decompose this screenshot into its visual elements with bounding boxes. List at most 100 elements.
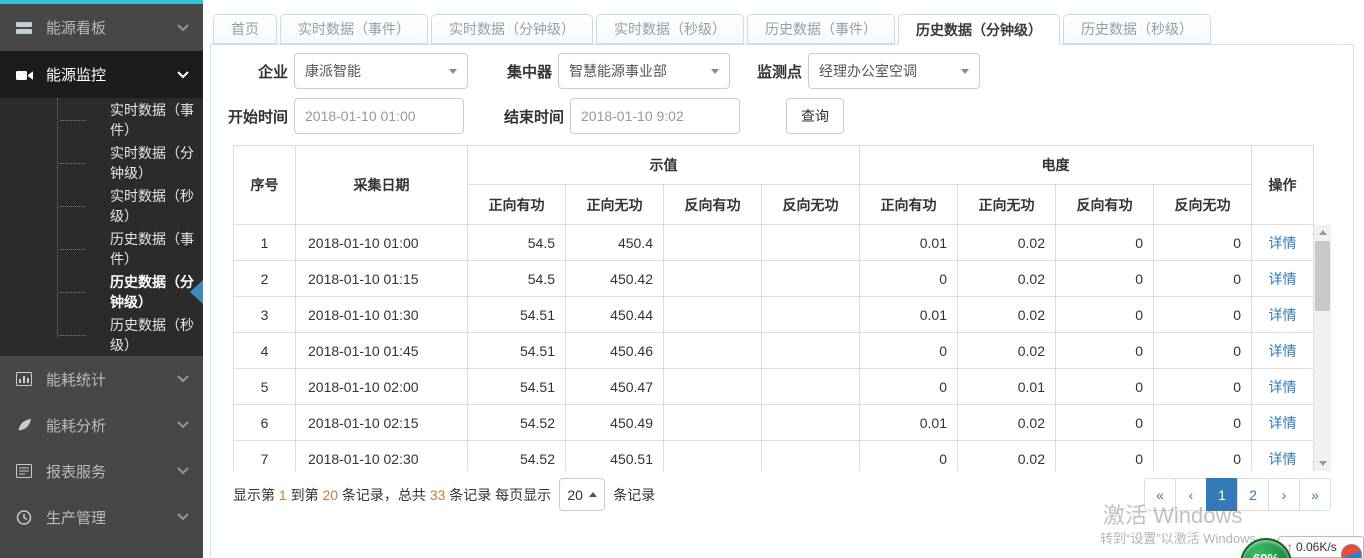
table-cell [762,333,860,369]
detail-link[interactable]: 详情 [1269,451,1297,467]
table-cell: 0.02 [958,225,1056,261]
table-cell [762,441,860,472]
concentrator-label: 集中器 [488,61,552,82]
table-cell: 2018-01-10 01:00 [296,225,468,261]
sidebar-item-energy-monitoring[interactable]: 能源监控 [0,51,203,98]
table-row: 32018-01-10 01:3054.51450.440.010.0200详情 [234,297,1314,333]
sidebar-item-history-minute[interactable]: 历史数据（分钟级） [0,270,203,313]
col-header-fwd-reactive: 正向无功 [958,185,1056,225]
sidebar-item-label: 能耗分析 [46,415,106,436]
sidebar-item-energy-analysis[interactable]: 能耗分析 [0,402,203,448]
leaf-icon [16,417,36,433]
sidebar-item-report-service[interactable]: 报表服务 [0,448,203,494]
table-cell [664,333,762,369]
table-cell: 54.51 [468,297,566,333]
table-cell: 0 [1154,441,1252,472]
scrollbar-thumb[interactable] [1315,241,1330,311]
concentrator-select[interactable]: 智慧能源事业部 [558,53,730,89]
table-cell [664,297,762,333]
sidebar-item-label: 报表服务 [46,461,106,482]
table-cell [664,405,762,441]
next-page-button[interactable]: › [1268,478,1300,511]
table-cell [762,405,860,441]
start-time-input[interactable] [294,98,464,134]
caret-up-icon [589,492,597,497]
col-header-rev-reactive: 反向无功 [762,185,860,225]
detail-link[interactable]: 详情 [1269,343,1297,359]
col-header-action: 操作 [1252,146,1314,225]
scroll-down-arrow-icon[interactable] [1314,456,1331,471]
sidebar-item-realtime-second[interactable]: 实时数据（秒级） [0,184,203,227]
sidebar-item-energy-dashboard[interactable]: 能源看板 [0,4,203,51]
table-cell: 0.02 [958,297,1056,333]
tab-history-minute[interactable]: 历史数据（分钟级） [898,14,1060,45]
sidebar-item-realtime-event[interactable]: 实时数据（事件） [0,98,203,141]
chevron-down-icon [177,513,189,521]
tab-history-second[interactable]: 历史数据（秒级） [1063,14,1211,44]
sidebar-item-energy-statistics[interactable]: 能耗统计 [0,356,203,402]
action-cell: 详情 [1252,333,1314,369]
windows-activation-hint: 转到“设置”以激活 Windows。 [1100,528,1269,547]
col-header-seq: 序号 [234,146,296,225]
detail-link[interactable]: 详情 [1269,379,1297,395]
detail-link[interactable]: 详情 [1269,271,1297,287]
table-cell: 4 [234,333,296,369]
data-table: 序号 采集日期 示值 电度 操作 正向有功 正向无功 反向有功 反向无功 正向有… [233,145,1314,471]
table-row: 22018-01-10 01:1554.5450.4200.0200详情 [234,261,1314,297]
table-cell: 0.02 [958,333,1056,369]
sidebar-item-history-event[interactable]: 历史数据（事件） [0,227,203,270]
table-cell: 0 [1154,369,1252,405]
col-header-date: 采集日期 [296,146,468,225]
bar-chart-icon [16,371,36,387]
table-row: 12018-01-10 01:0054.5450.40.010.0200详情 [234,225,1314,261]
sidebar-item-label: 能耗统计 [46,369,106,390]
detail-link[interactable]: 详情 [1269,415,1297,431]
table-cell [762,369,860,405]
detail-link[interactable]: 详情 [1269,235,1297,251]
chevron-down-icon [177,24,189,32]
table-scrollbar[interactable] [1314,225,1331,471]
col-header-rev-active: 反向有功 [1056,185,1154,225]
tab-home[interactable]: 首页 [213,14,277,44]
table-cell [762,225,860,261]
table-cell: 0.01 [860,225,958,261]
table-cell: 2 [234,261,296,297]
tab-realtime-second[interactable]: 实时数据（秒级） [596,14,744,44]
tab-realtime-event[interactable]: 实时数据（事件） [280,14,428,44]
sidebar-item-realtime-minute[interactable]: 实时数据（分钟级） [0,141,203,184]
speed-ball-icon[interactable] [1341,544,1362,558]
table-cell: 0.01 [860,297,958,333]
table-cell: 54.52 [468,405,566,441]
last-page-button[interactable]: » [1299,478,1331,511]
scroll-up-arrow-icon[interactable] [1314,225,1331,240]
sidebar-item-label: 能源看板 [46,17,106,38]
caret-down-icon [711,69,719,74]
table-cell [664,369,762,405]
table-cell: 0 [1056,297,1154,333]
action-cell: 详情 [1252,369,1314,405]
tab-bar: 首页 实时数据（事件） 实时数据（分钟级） 实时数据（秒级） 历史数据（事件） … [213,14,1211,45]
table-cell: 0 [1056,441,1154,472]
enterprise-select[interactable]: 康派智能 [294,53,468,89]
page-size-select[interactable]: 20 [559,478,605,511]
end-time-input[interactable] [570,98,740,134]
sidebar-item-history-second[interactable]: 历史数据（秒级） [0,313,203,356]
table-cell: 0 [1154,225,1252,261]
tab-realtime-minute[interactable]: 实时数据（分钟级） [431,14,593,44]
data-table-wrapper: 序号 采集日期 示值 电度 操作 正向有功 正向无功 反向有功 反向无功 正向有… [233,145,1315,471]
sidebar-item-production-management[interactable]: 生产管理 [0,494,203,540]
table-cell: 7 [234,441,296,472]
query-button[interactable]: 查询 [786,98,844,134]
monitor-point-select[interactable]: 经理办公室空调 [808,53,980,89]
caret-down-icon [961,69,969,74]
tab-history-event[interactable]: 历史数据（事件） [747,14,895,44]
caret-down-icon [449,69,457,74]
action-cell: 详情 [1252,225,1314,261]
table-row: 52018-01-10 02:0054.51450.4700.0100详情 [234,369,1314,405]
table-cell: 0 [1154,405,1252,441]
table-body: 12018-01-10 01:0054.5450.40.010.0200详情22… [234,225,1314,472]
table-cell: 2018-01-10 02:00 [296,369,468,405]
detail-link[interactable]: 详情 [1269,307,1297,323]
network-speed-value: 0.06K/s [1296,540,1337,554]
video-camera-icon [16,67,36,83]
